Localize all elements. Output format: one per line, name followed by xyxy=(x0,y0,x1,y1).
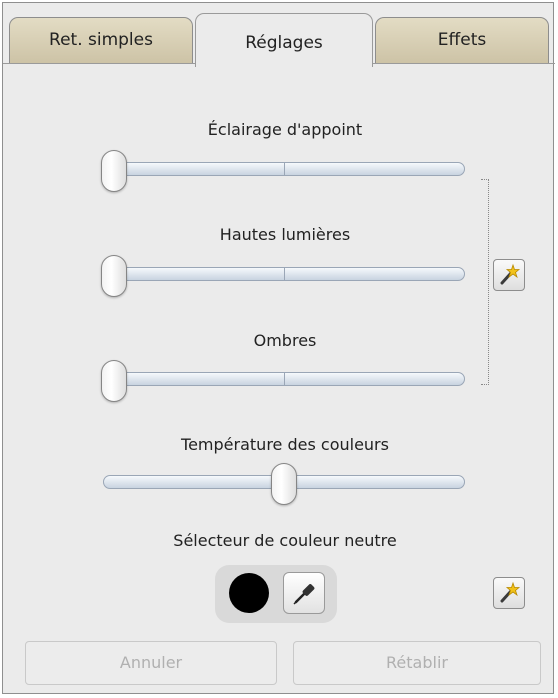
adjustments-panel: Ret. simples Réglages Effets Éclairage d… xyxy=(2,2,555,694)
shadows-thumb[interactable] xyxy=(101,360,127,402)
tab-adjustments-label: Réglages xyxy=(245,33,323,53)
fill-light-label: Éclairage d'appoint xyxy=(207,120,363,139)
tab-simple-edits-label: Ret. simples xyxy=(49,30,153,50)
temperature-label: Température des couleurs xyxy=(181,435,389,454)
auto-color-button[interactable] xyxy=(493,577,525,609)
shadows-label: Ombres xyxy=(253,331,317,350)
magic-wand-icon xyxy=(494,260,524,290)
highlights-track[interactable] xyxy=(103,267,465,281)
tab-effects-label: Effets xyxy=(437,30,487,50)
eyedropper-button[interactable] xyxy=(283,572,325,614)
cancel-button[interactable]: Annuler xyxy=(25,641,277,685)
cancel-button-label: Annuler xyxy=(119,653,183,672)
neutral-color-swatch xyxy=(229,573,269,613)
highlights-thumb[interactable] xyxy=(101,255,127,297)
tab-bar: Ret. simples Réglages Effets xyxy=(3,3,555,67)
redo-button-label: Rétablir xyxy=(386,653,448,672)
highlights-label: Hautes lumières xyxy=(219,225,351,244)
tab-adjustments[interactable]: Réglages xyxy=(195,13,373,67)
auto-lighting-button[interactable] xyxy=(493,259,525,291)
temperature-thumb[interactable] xyxy=(271,463,297,505)
tab-simple-edits[interactable]: Ret. simples xyxy=(9,17,193,63)
slider-group-bracket xyxy=(481,179,489,385)
fill-light-thumb[interactable] xyxy=(101,150,127,192)
tab-effects[interactable]: Effets xyxy=(375,17,549,63)
neutral-picker-group xyxy=(215,565,337,623)
eyedropper-icon xyxy=(284,573,324,613)
fill-light-track[interactable] xyxy=(103,162,465,176)
magic-wand-icon xyxy=(494,578,524,608)
redo-button[interactable]: Rétablir xyxy=(293,641,541,685)
neutral-picker-label: Sélecteur de couleur neutre xyxy=(173,531,397,550)
shadows-track[interactable] xyxy=(103,372,465,386)
